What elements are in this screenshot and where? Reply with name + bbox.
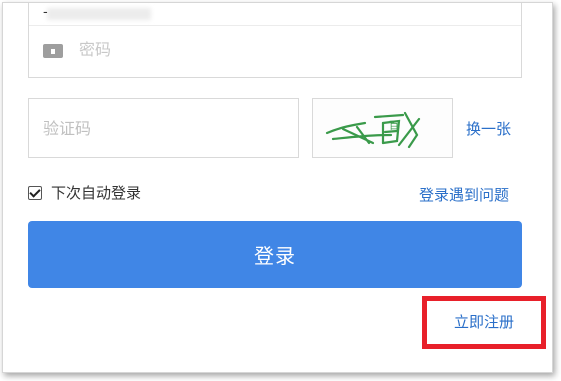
captcha-input[interactable] [28,98,299,158]
captcha-text: 百 [389,120,399,132]
login-panel: - 密码 百 换一张 下次自动登录 [2,2,553,373]
refresh-captcha-link[interactable]: 换一张 [466,118,511,140]
password-placeholder: 密码 [79,40,112,59]
captcha-image[interactable]: 百 [312,98,453,158]
username-field[interactable]: - [43,5,153,21]
register-link[interactable]: 立即注册 [454,311,514,333]
lock-icon [43,44,63,58]
remember-me-row[interactable]: 下次自动登录 [28,183,141,203]
login-problem-link[interactable]: 登录遇到问题 [419,184,509,206]
captcha-graphic: 百 [325,111,421,149]
password-field[interactable]: 密码 [29,26,521,66]
credentials-box: - 密码 [28,3,522,78]
remember-checkbox[interactable] [28,186,42,200]
remember-label: 下次自动登录 [51,184,142,202]
login-button[interactable]: 登录 [28,221,522,288]
